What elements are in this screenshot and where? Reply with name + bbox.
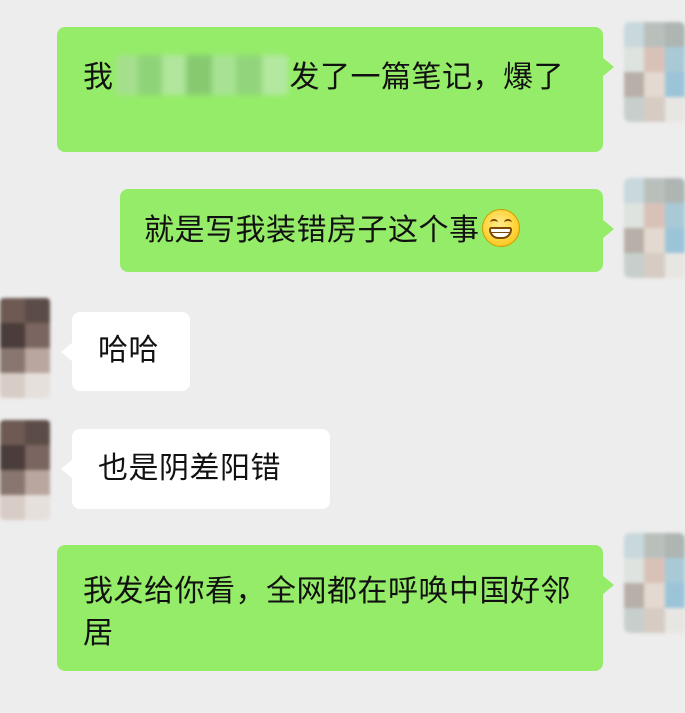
avatar-pixel: [0, 298, 25, 323]
avatar-pixel: [664, 533, 685, 558]
message-bubble-outgoing[interactable]: 我 发了一篇笔记，爆了: [57, 27, 614, 152]
avatar-pixel: [644, 47, 665, 72]
avatar-pixel: [624, 22, 645, 47]
avatar-pixel: [664, 178, 685, 203]
avatar-pixel: [624, 608, 645, 633]
avatar-pixel: [664, 253, 685, 278]
avatar-pixel: [664, 583, 685, 608]
redacted-text-blur: [115, 55, 288, 95]
avatar-pixel: [644, 178, 665, 203]
avatar-pixel: [25, 373, 50, 398]
message-text: 我发给你看，全网都在呼唤中国好邻居: [83, 574, 571, 651]
avatar-pixel: [664, 72, 685, 97]
avatar-pixel: [624, 533, 645, 558]
avatar-pixel: [0, 373, 25, 398]
avatar-pixel: [25, 470, 50, 495]
avatar-pixel: [0, 470, 25, 495]
avatar-self[interactable]: [624, 533, 685, 633]
avatar-contact[interactable]: [0, 298, 50, 398]
avatar-pixel: [624, 47, 645, 72]
avatar-pixel: [0, 445, 25, 470]
avatar-pixel: [25, 323, 50, 348]
avatar-pixel: [0, 323, 25, 348]
avatar-pixel: [644, 253, 665, 278]
avatar-pixel: [624, 72, 645, 97]
avatar-pixel: [664, 22, 685, 47]
message-bubble-incoming[interactable]: 哈哈: [61, 312, 190, 391]
avatar-pixel: [644, 533, 665, 558]
avatar-pixel: [624, 178, 645, 203]
avatar-contact[interactable]: [0, 420, 50, 520]
avatar-pixel: [664, 608, 685, 633]
avatar-pixel: [644, 97, 665, 122]
avatar-pixel: [644, 203, 665, 228]
avatar-pixel: [25, 298, 50, 323]
avatar-pixel: [624, 97, 645, 122]
chat-area[interactable]: 我 发了一篇笔记，爆了 就是写我装错房子这个事 哈哈 也是阴差阳错 我发给你看，全…: [0, 0, 685, 713]
avatar-pixel: [624, 558, 645, 583]
avatar-pixel: [644, 558, 665, 583]
avatar-pixel: [0, 348, 25, 373]
avatar-pixel: [664, 228, 685, 253]
avatar-pixel: [0, 420, 25, 445]
message-text: 也是阴差阳错: [98, 451, 281, 486]
avatar-self[interactable]: [624, 22, 685, 122]
avatar-pixel: [0, 495, 25, 520]
message-bubble-outgoing[interactable]: 我发给你看，全网都在呼唤中国好邻居: [57, 545, 614, 671]
avatar-pixel: [664, 97, 685, 122]
message-bubble-outgoing[interactable]: 就是写我装错房子这个事: [120, 189, 614, 272]
avatar-pixel: [644, 228, 665, 253]
message-text: 发了一篇笔记，爆了: [289, 60, 564, 95]
message-bubble-incoming[interactable]: 也是阴差阳错: [61, 429, 330, 509]
avatar-pixel: [624, 203, 645, 228]
avatar-pixel: [664, 47, 685, 72]
message-text: 我: [83, 60, 114, 95]
avatar-pixel: [25, 445, 50, 470]
avatar-pixel: [644, 583, 665, 608]
avatar-pixel: [624, 583, 645, 608]
grinning-face-emoji: [481, 209, 520, 247]
avatar-pixel: [624, 228, 645, 253]
avatar-pixel: [644, 72, 665, 97]
avatar-pixel: [25, 495, 50, 520]
message-text: 哈哈: [98, 333, 159, 368]
avatar-self[interactable]: [624, 178, 685, 278]
avatar-pixel: [25, 348, 50, 373]
avatar-pixel: [664, 558, 685, 583]
avatar-pixel: [644, 608, 665, 633]
avatar-pixel: [624, 253, 645, 278]
avatar-pixel: [25, 420, 50, 445]
avatar-pixel: [664, 203, 685, 228]
message-text: 就是写我装错房子这个事: [144, 213, 480, 248]
avatar-pixel: [644, 22, 665, 47]
